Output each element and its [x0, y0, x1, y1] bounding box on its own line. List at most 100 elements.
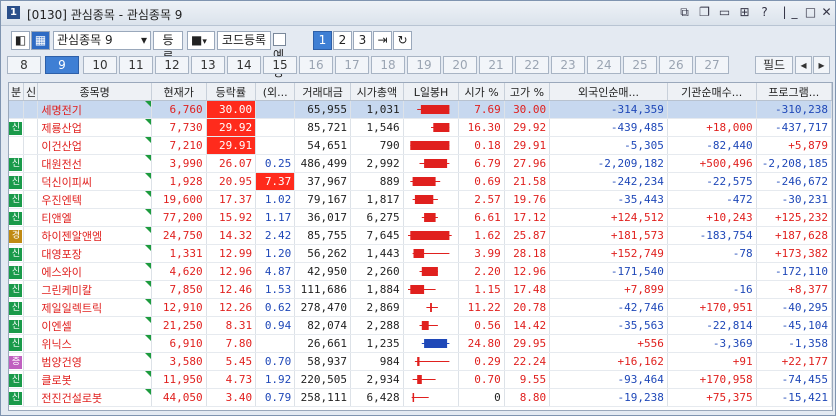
minimize-icon[interactable]: _	[787, 5, 802, 20]
table-row[interactable]: 신 위닉스 6,910 7.80 26,661 1,235 24.80 29.95 +556 -3…	[9, 334, 832, 353]
tab-10[interactable]: 10	[83, 56, 117, 74]
square-icon: ■	[191, 33, 203, 47]
stock-name: 전진건설로봇	[37, 388, 152, 407]
color-select[interactable]: ■▾	[187, 31, 215, 50]
candle-cell	[403, 190, 460, 209]
page-button-3[interactable]: 3	[353, 31, 372, 50]
table-row[interactable]: 신 제룡산업 7,730 29.92 85,721 1,546 16.30 29.92 -439…	[9, 118, 832, 137]
new-cell	[23, 100, 39, 119]
checkbox-box[interactable]	[273, 32, 286, 46]
tab-25[interactable]: 25	[623, 56, 657, 74]
tab-11[interactable]: 11	[119, 56, 153, 74]
header-row: 분 신 종목명 현재가 등락률 (외... 거래대금 시가총액 L일봉H 시가 …	[9, 83, 832, 101]
table-row[interactable]: 경 하이젠알앤엠 24,750 14.32 2.42 85,755 7,645 1.62 25.…	[9, 226, 832, 245]
tab-18[interactable]: 18	[371, 56, 405, 74]
refresh-icon[interactable]: ↻	[393, 31, 412, 50]
stock-name: 우진엔텍	[37, 190, 152, 209]
candle-body	[409, 141, 450, 150]
tab-19[interactable]: 19	[407, 56, 441, 74]
close-icon[interactable]: ✕	[819, 5, 834, 20]
tab-17[interactable]: 17	[335, 56, 369, 74]
table-row[interactable]: 신 대원전선 3,990 26.07 0.25 486,499 2,992 6.79 27.96…	[9, 154, 832, 173]
table-row[interactable]: 신 이엔셀 21,250 8.31 0.94 82,074 2,288 0.56 14.42 -3…	[9, 316, 832, 335]
col-header-name[interactable]: 종목명	[37, 83, 152, 101]
table-row[interactable]: 신 그린케미칼 7,850 12.46 1.53 111,686 1,884 1.15 17.4…	[9, 280, 832, 299]
table-row[interactable]: 신 대영포장 1,331 12.99 1.20 56,262 1,443 3.99 28.18 +…	[9, 244, 832, 263]
table-row[interactable]: 신 에스와이 4,620 12.96 4.87 42,950 2,260 2.20 12.96-…	[9, 262, 832, 281]
calendar-icon[interactable]: ▦	[31, 31, 50, 50]
code-register-button[interactable]: 코드등록	[217, 31, 271, 50]
table-row[interactable]: 신 클로봇 11,950 4.73 1.92 220,505 2,934 0.70 9.55 -9…	[9, 370, 832, 389]
table-row[interactable]: 신 제일일렉트릭 12,910 12.26 0.62 278,470 2,869 11.22 2…	[9, 298, 832, 317]
open-rate-cell: 0.69	[458, 172, 505, 191]
export-icon[interactable]: ⇥	[373, 31, 392, 50]
scroll-left-icon[interactable]: ◂	[795, 56, 812, 74]
tab-21[interactable]: 21	[479, 56, 513, 74]
grid-icon[interactable]: ⊞	[737, 5, 752, 20]
tab-14[interactable]: 14	[227, 56, 261, 74]
market-cap-cell: 7,645	[350, 226, 404, 245]
category-cell: 신	[9, 244, 24, 263]
col-header-open[interactable]: 시가 %	[458, 83, 505, 101]
col-header-new[interactable]: 신	[23, 83, 39, 101]
tab-22[interactable]: 22	[515, 56, 549, 74]
title-bar[interactable]: 1 [0130] 관심종목 - 관심종목 9 ⧉ ❐ ▭ ⊞ ? | _ □ ✕	[1, 1, 835, 26]
tab-23[interactable]: 23	[551, 56, 585, 74]
tab-26[interactable]: 26	[659, 56, 693, 74]
new-cell	[23, 334, 39, 353]
col-header-cat[interactable]: 분	[9, 83, 24, 101]
col-header-foreign-net[interactable]: 외국인순매...	[549, 83, 668, 101]
copy-icon[interactable]: ❐	[697, 5, 712, 20]
col-header-foreign[interactable]: (외...	[255, 83, 296, 101]
foreign-rate-cell: 0.94	[255, 316, 296, 335]
foreign-rate-cell: 1.92	[255, 370, 296, 389]
help-icon[interactable]: ?	[757, 5, 772, 20]
layout-icon[interactable]: ▭	[717, 5, 732, 20]
inst-net-cell: +18,000	[667, 118, 757, 137]
tab-9[interactable]: 9	[45, 56, 79, 74]
tab-24[interactable]: 24	[587, 56, 621, 74]
page-button-1[interactable]: 1	[313, 31, 332, 50]
tab-12[interactable]: 12	[155, 56, 189, 74]
foreign-net-cell: +152,749	[549, 244, 668, 263]
table-row[interactable]: 신 덕신이피씨 1,928 20.95 7.37 37,967 889 0.69 21.58 -2…	[9, 172, 832, 191]
col-header-candle[interactable]: L일봉H	[403, 83, 460, 101]
tab-8[interactable]: 8	[7, 56, 41, 74]
category-cell: 신	[9, 154, 24, 173]
market-cap-cell: 1,817	[350, 190, 404, 209]
tab-16[interactable]: 16	[299, 56, 333, 74]
rate-cell: 12.96	[206, 262, 257, 281]
col-header-rate[interactable]: 등락률	[206, 83, 257, 101]
register-button[interactable]: 등록	[153, 31, 183, 64]
col-header-high[interactable]: 고가 %	[504, 83, 551, 101]
col-header-price[interactable]: 현재가	[151, 83, 207, 101]
layout-toggle-icon[interactable]: ◧	[11, 31, 30, 50]
table-row[interactable]: 증 범양건영 3,580 5.45 0.70 58,937 984 0.29 22.24 +16,…	[9, 352, 832, 371]
tab-13[interactable]: 13	[191, 56, 225, 74]
rate-cell: 12.99	[206, 244, 257, 263]
inst-net-cell: -78	[667, 244, 757, 263]
field-button[interactable]: 필드	[755, 56, 793, 74]
table-row[interactable]: 신 전진건설로봇 44,050 3.40 0.79 258,111 6,428 0 8.80 -1…	[9, 388, 832, 407]
foreign-net-cell: -35,443	[549, 190, 668, 209]
col-header-value[interactable]: 거래대금	[294, 83, 352, 101]
stock-name: 에스와이	[37, 262, 152, 281]
table-row[interactable]: 신 우진엔텍 19,600 17.37 1.02 79,167 1,817 2.57 19.76…	[9, 190, 832, 209]
candle-cell	[403, 208, 460, 227]
tab-27[interactable]: 27	[695, 56, 729, 74]
table-row[interactable]: 신 티앤엘 77,200 15.92 1.17 36,017 6,275 6.61 17.12 +…	[9, 208, 832, 227]
table-row[interactable]: 이건산업 7,210 29.91 54,651 790 0.18 29.91 -5,305 -8…	[9, 136, 832, 155]
col-header-inst-net[interactable]: 기관순매수...	[667, 83, 757, 101]
market-cap-cell: 1,546	[350, 118, 404, 137]
group-select[interactable]: 관심종목 9 ▾	[53, 31, 151, 50]
maximize-icon[interactable]: □	[803, 5, 818, 20]
tab-20[interactable]: 20	[443, 56, 477, 74]
tab-15[interactable]: 15	[263, 56, 297, 74]
candle-body	[409, 285, 424, 294]
link-icon[interactable]: ⧉	[677, 5, 692, 20]
col-header-cap[interactable]: 시가총액	[350, 83, 404, 101]
col-header-program[interactable]: 프로그램...	[756, 83, 832, 101]
page-button-2[interactable]: 2	[333, 31, 352, 50]
scroll-right-icon[interactable]: ▸	[813, 56, 830, 74]
table-row[interactable]: 세명전기 6,760 30.00 65,955 1,031 7.69 30.00 -314,3…	[9, 100, 832, 119]
